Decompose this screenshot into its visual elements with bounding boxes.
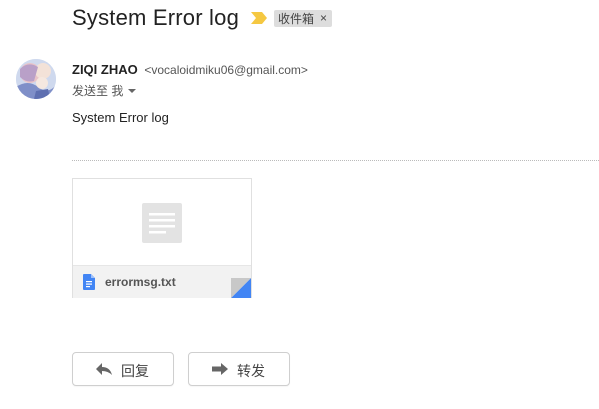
avatar[interactable] <box>16 59 56 99</box>
sender-email: <vocaloidmiku06@gmail.com> <box>144 63 308 77</box>
chevron-down-icon[interactable] <box>128 88 137 93</box>
recipient-text: 发送至 我 <box>72 84 124 98</box>
sender-line: ZIQI ZHAO <vocaloidmiku06@gmail.com> <box>72 62 308 77</box>
document-icon <box>142 203 182 243</box>
subject-row: System Error log 收件箱 × <box>72 4 333 32</box>
importance-marker-icon[interactable] <box>251 12 268 24</box>
avatar-image <box>16 59 56 99</box>
sender-name[interactable]: ZIQI ZHAO <box>72 62 138 77</box>
inbox-label-chip: 收件箱 × <box>274 9 333 27</box>
forward-arrow-icon <box>212 363 228 375</box>
inbox-label-text: 收件箱 <box>278 11 315 26</box>
reply-button[interactable]: 回复 <box>72 352 174 386</box>
attachment-preview <box>73 179 251 265</box>
close-icon[interactable]: × <box>320 12 327 24</box>
page-fold-icon <box>231 278 251 298</box>
recipient-line: 发送至 我 <box>72 82 137 99</box>
divider <box>72 160 599 161</box>
reply-arrow-icon <box>96 363 112 375</box>
email-subject: System Error log <box>72 5 240 30</box>
attachment-card[interactable]: errormsg.txt <box>72 178 252 298</box>
email-body: System Error log <box>72 110 169 125</box>
forward-button[interactable]: 转发 <box>188 352 290 386</box>
forward-label: 转发 <box>237 363 265 379</box>
google-docs-icon <box>83 274 95 290</box>
attachment-filename: errormsg.txt <box>105 275 176 289</box>
reply-label: 回复 <box>121 363 149 379</box>
attachment-footer: errormsg.txt <box>73 265 251 298</box>
